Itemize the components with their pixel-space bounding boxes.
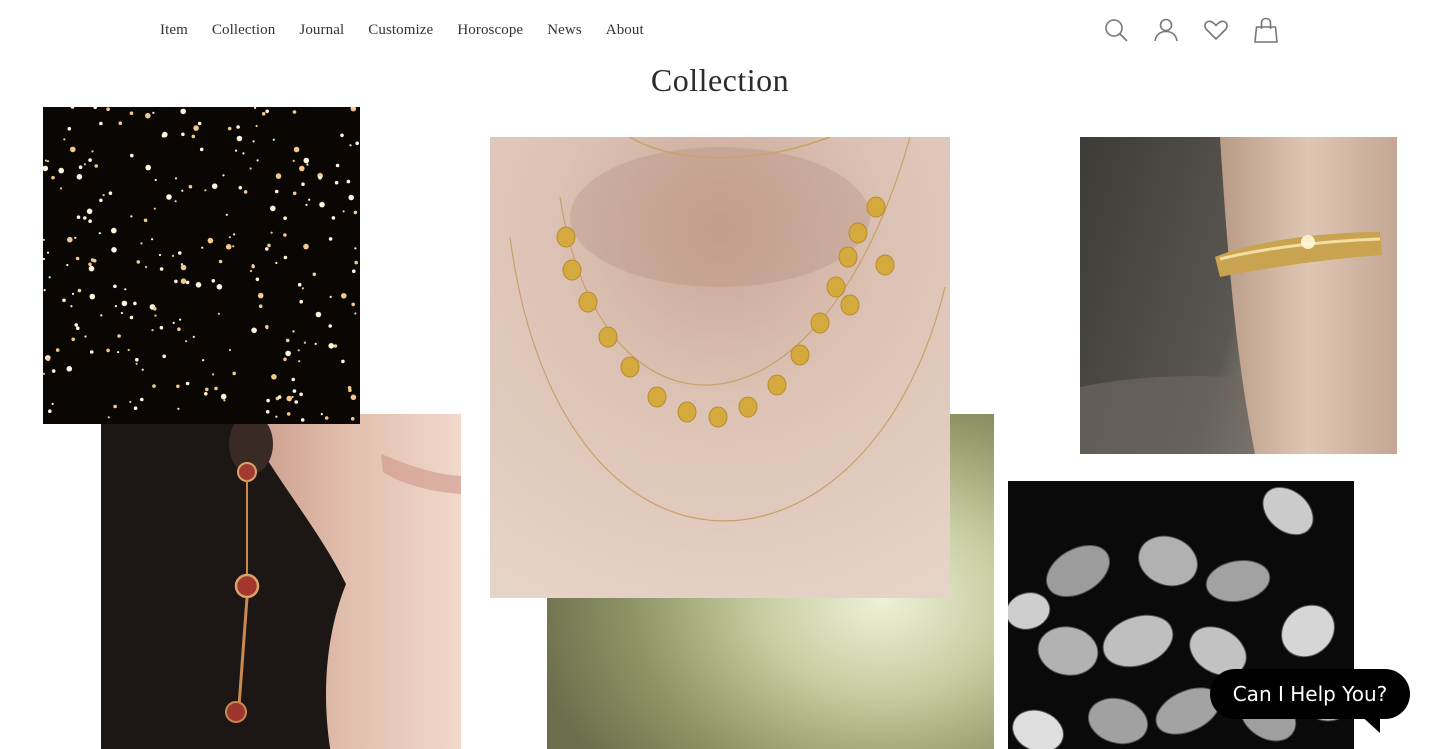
- nav-item-journal[interactable]: Journal: [299, 22, 344, 39]
- earring-model-image[interactable]: [101, 414, 461, 749]
- header-icons: [1102, 16, 1280, 44]
- nav-item-item[interactable]: Item: [160, 22, 188, 39]
- chat-help-button[interactable]: Can I Help You?: [1210, 669, 1410, 719]
- nav-item-about[interactable]: About: [606, 22, 644, 39]
- search-icon[interactable]: [1102, 16, 1130, 44]
- shopping-bag-icon[interactable]: [1252, 16, 1280, 44]
- page: Item Collection Journal Customize Horosc…: [0, 0, 1440, 749]
- gold-bangle-image[interactable]: [1080, 137, 1397, 454]
- main-nav: Item Collection Journal Customize Horosc…: [160, 19, 668, 41]
- nav-item-collection[interactable]: Collection: [212, 22, 276, 39]
- nav-item-customize[interactable]: Customize: [368, 22, 433, 39]
- chat-bubble-tail: [1358, 713, 1380, 733]
- wishlist-heart-icon[interactable]: [1202, 16, 1230, 44]
- page-title: Collection: [650, 62, 790, 98]
- sparkling-lights-image[interactable]: [43, 107, 360, 424]
- coin-necklace-image[interactable]: [490, 137, 950, 598]
- nav-item-horoscope[interactable]: Horoscope: [457, 22, 523, 39]
- nav-item-news[interactable]: News: [547, 22, 582, 39]
- account-icon[interactable]: [1152, 16, 1180, 44]
